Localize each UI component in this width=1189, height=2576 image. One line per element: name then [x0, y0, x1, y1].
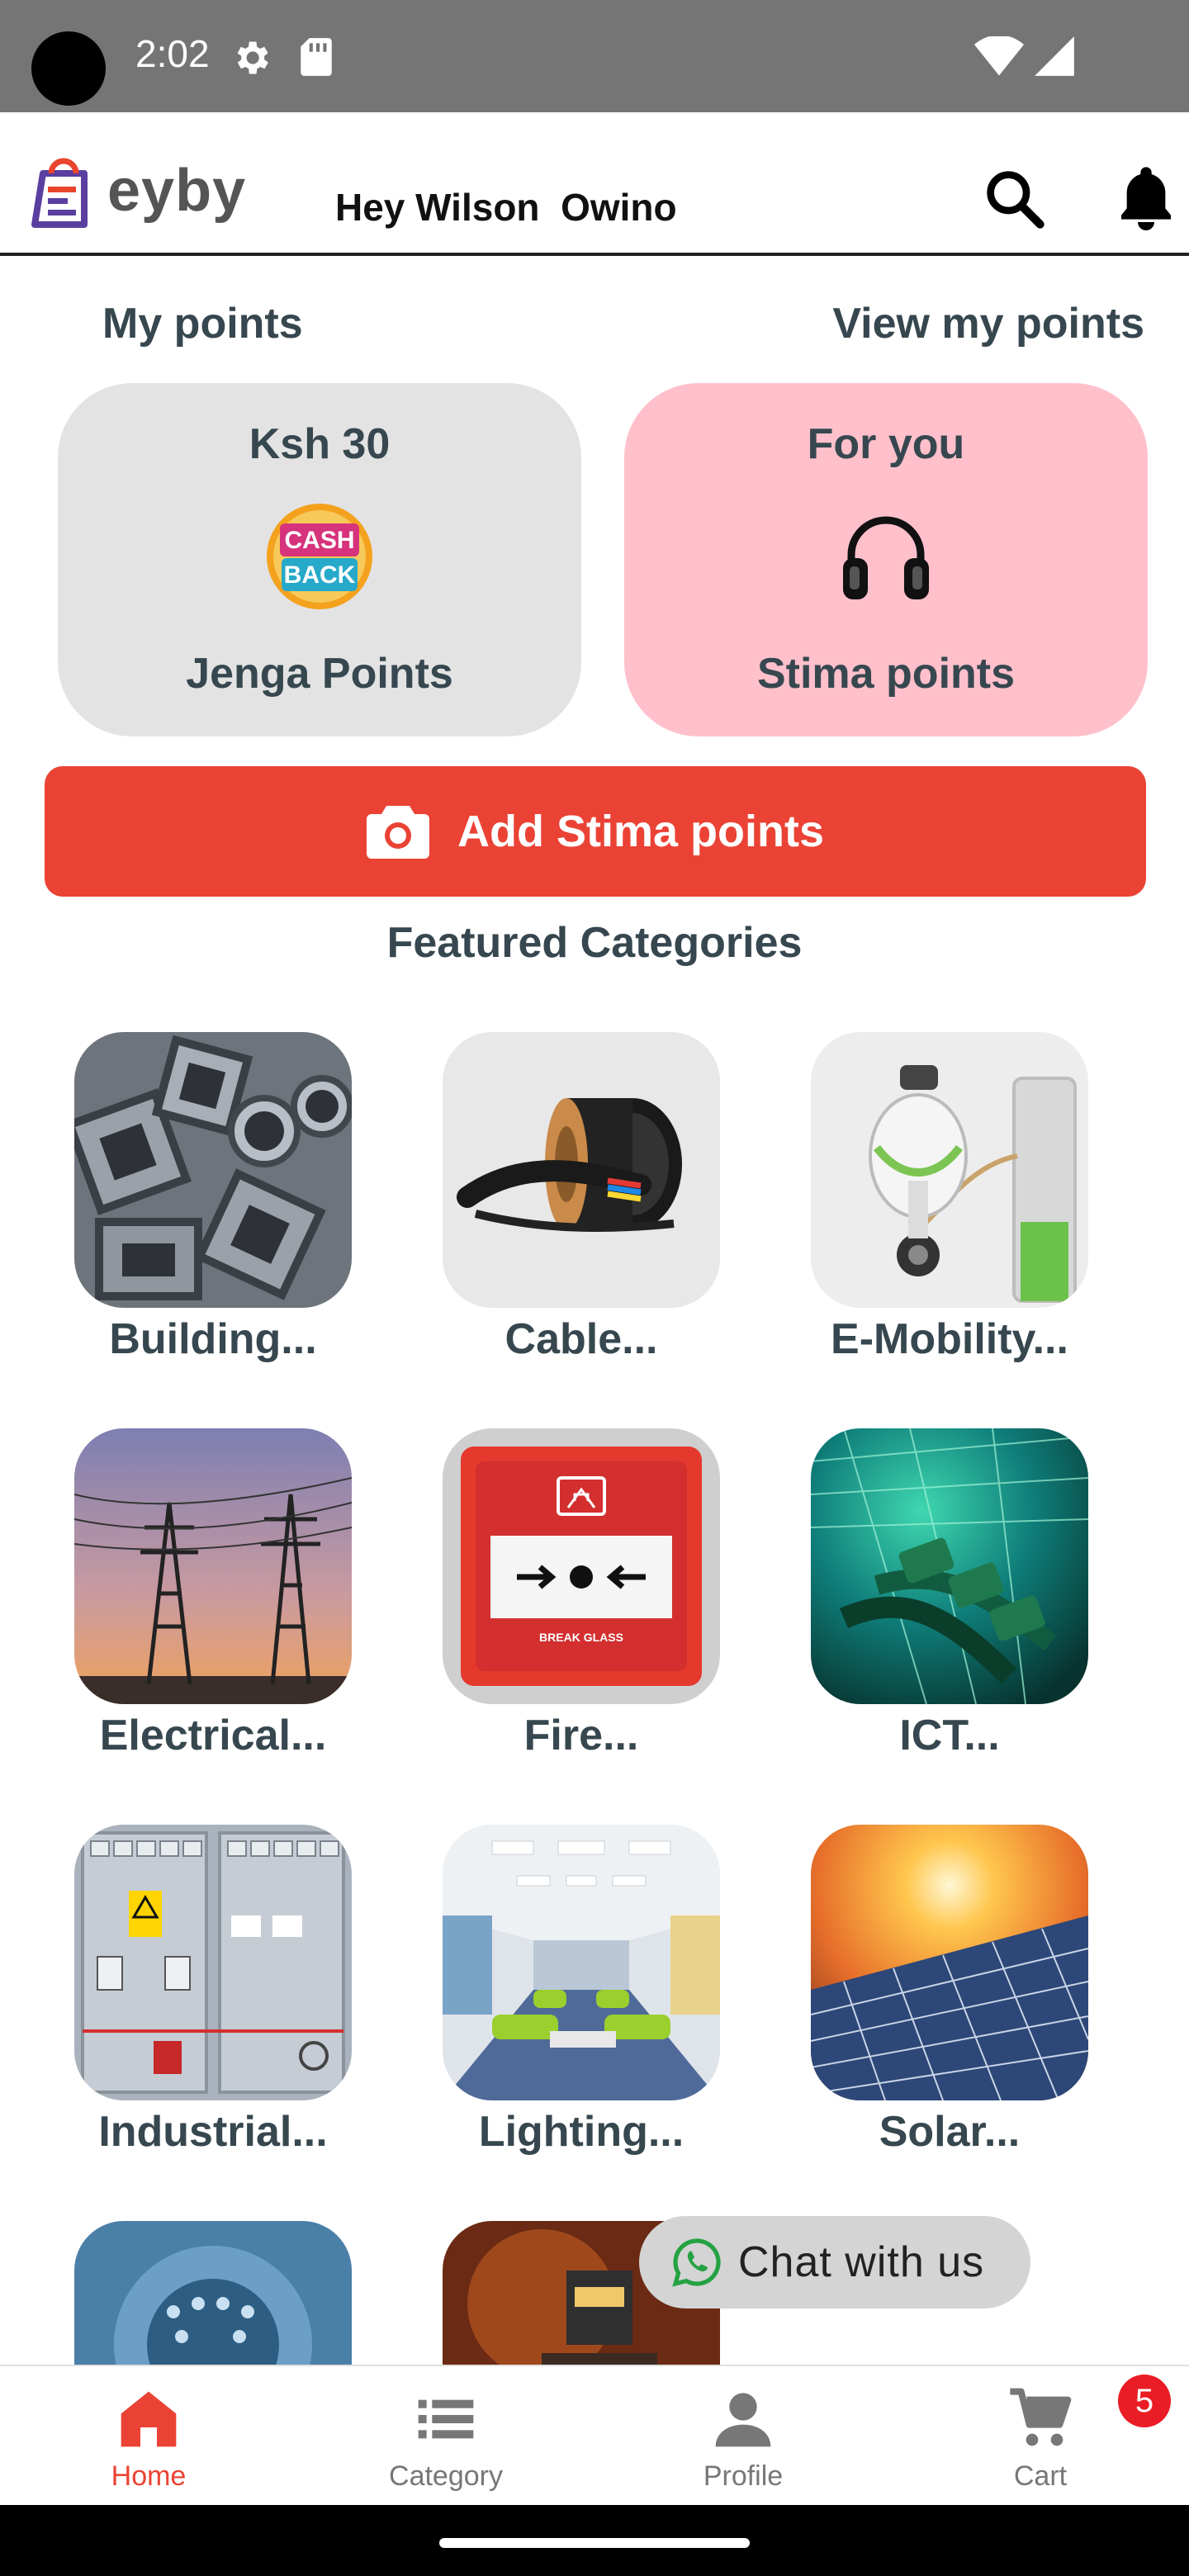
chat-label: Chat with us — [738, 2238, 985, 2286]
cashback-text-1: CASH — [284, 527, 354, 554]
nav-profile[interactable]: Profile — [594, 2366, 892, 2507]
list-icon — [418, 2399, 474, 2439]
nav-category[interactable]: Category — [297, 2366, 594, 2507]
sd-card-icon — [301, 38, 332, 76]
category-label: Fire... — [523, 1712, 639, 1759]
status-time: 2:02 — [135, 32, 210, 75]
home-icon — [121, 2391, 177, 2447]
category-solar[interactable]: Solar... — [811, 1825, 1088, 2157]
jenga-points-label: Jenga Points — [186, 650, 453, 698]
metal-pipes-image — [74, 1032, 352, 1308]
break-glass-text: BREAK GLASS — [539, 1631, 623, 1644]
category-industrial[interactable]: Industrial... — [74, 1825, 352, 2157]
category-label: Solar... — [879, 2108, 1021, 2156]
camera-icon — [367, 806, 429, 859]
category-cable[interactable]: Cable... — [443, 1032, 720, 1364]
category-ict[interactable]: ICT... — [811, 1428, 1088, 1760]
cashback-icon: CASH BACK — [267, 504, 372, 609]
category-electrical[interactable]: Electrical... — [74, 1428, 352, 1760]
cashback-text-2: BACK — [284, 561, 356, 589]
power-pylons-image — [74, 1428, 352, 1704]
search-icon[interactable] — [981, 165, 1047, 231]
notification-bell-icon[interactable] — [1113, 160, 1179, 234]
nav-cart-label: Cart — [1013, 2460, 1068, 2492]
settings-gear-icon — [237, 41, 268, 74]
category-label: Cable... — [504, 1315, 658, 1363]
home-gesture-handle[interactable] — [439, 2538, 750, 2548]
featured-categories-title: Featured Categories — [386, 919, 803, 967]
person-icon — [715, 2393, 771, 2447]
stima-points-card[interactable]: For you Stima points — [624, 383, 1148, 736]
whatsapp-icon — [672, 2238, 721, 2287]
fire-alarm-image: BREAK GLASS — [443, 1428, 720, 1704]
office-lighting-image — [443, 1825, 720, 2100]
logo-text: eyby — [107, 158, 247, 224]
nav-category-label: Category — [389, 2460, 503, 2492]
solar-panel-image — [811, 1825, 1088, 2100]
cable-reel-image — [443, 1032, 720, 1308]
add-stima-points-button[interactable]: Add Stima points — [45, 766, 1146, 897]
status-bar: 2:02 — [0, 0, 1189, 112]
stima-points-label: Stima points — [756, 650, 1016, 698]
cart-count-badge: 5 — [1118, 2375, 1171, 2427]
jenga-amount: Ksh 30 — [249, 420, 391, 468]
category-label: Electrical... — [99, 1712, 327, 1759]
category-e-mobility[interactable]: E-Mobility... — [811, 1032, 1088, 1364]
jenga-points-card[interactable]: Ksh 30 CASH BACK Jenga Points — [58, 383, 581, 736]
chat-with-us-button[interactable]: Chat with us — [639, 2216, 1030, 2308]
signal-icon — [1035, 36, 1074, 76]
category-label: Lighting... — [478, 2108, 685, 2156]
category-label: ICT... — [899, 1712, 1000, 1759]
stima-for-you: For you — [807, 420, 965, 468]
category-building[interactable]: Building... — [74, 1032, 352, 1364]
switchgear-panel-image — [74, 1825, 352, 2100]
nav-home-label: Home — [111, 2460, 187, 2492]
camera-cutout — [31, 31, 106, 106]
nav-cart[interactable]: 5 Cart — [892, 2366, 1189, 2507]
category-lighting[interactable]: Lighting... — [443, 1825, 720, 2157]
fiber-network-image — [811, 1428, 1088, 1704]
user-greeting: Hey Wilson Owino — [335, 186, 677, 229]
category-label: E-Mobility... — [831, 1315, 1068, 1363]
my-points-title: My points — [102, 300, 303, 348]
add-stima-points-label: Add Stima points — [457, 807, 824, 856]
e-scooter-charger-image — [811, 1032, 1088, 1308]
bottom-navigation: Home Category Profile 5 Cart — [0, 2365, 1189, 2505]
category-label: Industrial... — [98, 2108, 328, 2156]
category-fire[interactable]: BREAK GLASS Fire... — [443, 1428, 720, 1760]
wifi-icon — [974, 36, 1024, 76]
nav-home[interactable]: Home — [0, 2366, 297, 2507]
nav-profile-label: Profile — [703, 2460, 784, 2492]
headphones-icon — [843, 516, 929, 599]
cart-icon — [1010, 2388, 1072, 2446]
category-label: Building... — [109, 1315, 317, 1363]
view-my-points-link[interactable]: View my points — [832, 299, 1144, 348]
